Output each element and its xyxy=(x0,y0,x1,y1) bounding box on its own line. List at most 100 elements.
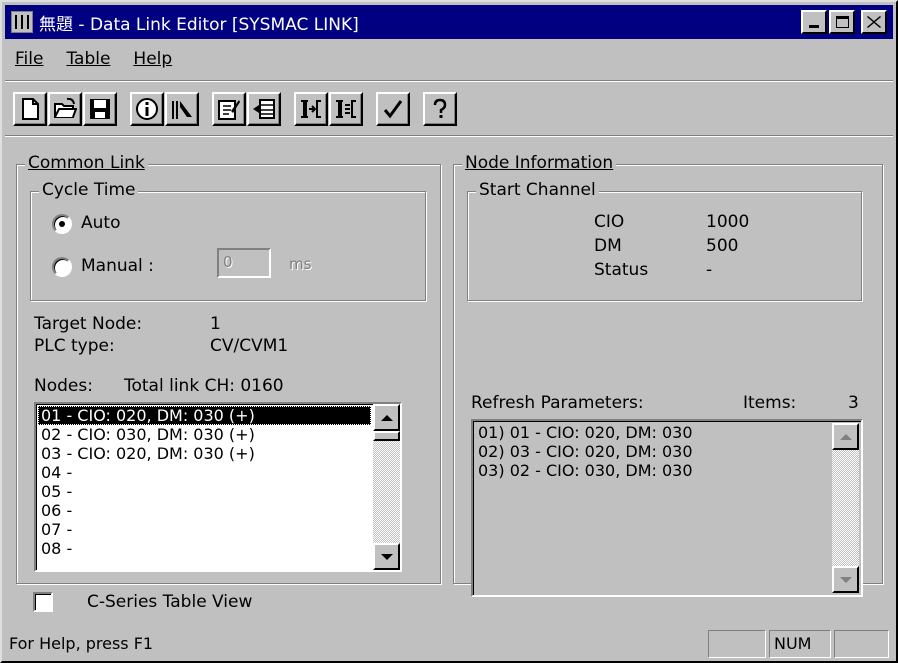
link-refresh-icon xyxy=(336,100,356,118)
menu-help-label: Help xyxy=(133,49,173,69)
save-button[interactable] xyxy=(83,92,117,126)
node-information-group: Node Information Start Channel CIO 1000 … xyxy=(453,153,883,597)
cycle-time-group: Cycle Time Auto Manual : 0 ms xyxy=(30,180,426,301)
check-button[interactable] xyxy=(376,92,410,126)
status-help-text: For Help, press F1 xyxy=(9,634,154,653)
menu-file[interactable]: File xyxy=(5,49,56,69)
app-icon[interactable] xyxy=(11,11,33,33)
chevron-up-icon xyxy=(380,414,393,421)
list-item[interactable]: 03 - CIO: 020, DM: 030 (+) xyxy=(38,444,371,463)
cio-value: 1000 xyxy=(706,212,750,232)
manual-radio-label[interactable]: Manual : xyxy=(81,256,154,276)
ms-unit-label: ms xyxy=(289,255,312,273)
edit-table-icon xyxy=(218,100,240,120)
link-add-icon xyxy=(301,100,321,118)
status-pane-scroll xyxy=(834,630,889,658)
target-node-label: Target Node: xyxy=(34,314,143,334)
cseries-table-view-label[interactable]: C-Series Table View xyxy=(87,592,252,612)
target-node-value: 1 xyxy=(210,314,221,334)
chevron-down-icon xyxy=(380,553,393,560)
list-item[interactable]: 02 - CIO: 030, DM: 030 (+) xyxy=(38,425,371,444)
insert-button[interactable] xyxy=(247,92,281,126)
menu-table[interactable]: Table xyxy=(56,49,123,69)
open-folder-icon xyxy=(54,97,77,118)
status-value: - xyxy=(706,260,713,280)
title-bar[interactable]: 無題 - Data Link Editor [SYSMAC LINK] xyxy=(5,5,893,39)
client-area: Common Link Cycle Time Auto Manual : 0 m… xyxy=(5,137,893,625)
start-channel-label: Start Channel xyxy=(476,180,599,200)
link-refresh-button[interactable] xyxy=(329,92,363,126)
maximize-icon xyxy=(836,16,849,28)
pointer-help-icon xyxy=(172,101,192,119)
common-link-label-text: Common Link xyxy=(28,153,145,173)
close-button[interactable] xyxy=(861,10,887,34)
list-item[interactable]: 07 - xyxy=(38,520,371,539)
list-item[interactable]: 05 - xyxy=(38,482,371,501)
list-item[interactable]: 06 - xyxy=(38,501,371,520)
info-icon xyxy=(136,98,158,120)
context-help-button[interactable] xyxy=(165,92,199,126)
main-window: 無題 - Data Link Editor [SYSMAC LINK] File… xyxy=(0,0,898,663)
manual-cycle-input[interactable]: 0 xyxy=(217,248,271,278)
refresh-scrollbar[interactable] xyxy=(832,423,859,593)
new-file-icon xyxy=(22,98,39,120)
scroll-thumb[interactable] xyxy=(373,431,400,441)
node-information-label: Node Information xyxy=(462,153,617,173)
total-link-label: Total link CH: 0160 xyxy=(124,376,284,396)
menu-separator xyxy=(5,80,893,82)
status-pane-empty xyxy=(708,630,766,658)
edit-table-button[interactable] xyxy=(212,92,246,126)
start-channel-group: Start Channel CIO 1000 DM 500 Status - xyxy=(467,180,862,301)
dm-value: 500 xyxy=(706,236,739,256)
auto-radio-label[interactable]: Auto xyxy=(81,213,120,233)
new-button[interactable] xyxy=(13,92,47,126)
scroll-down-button[interactable] xyxy=(832,566,859,593)
dm-label: DM xyxy=(594,236,622,256)
help-button[interactable] xyxy=(423,92,457,126)
nodes-listbox[interactable]: 01 - CIO: 020, DM: 030 (+) 02 - CIO: 030… xyxy=(34,402,402,572)
menu-help[interactable]: Help xyxy=(123,49,185,69)
nodes-label: Nodes: xyxy=(34,376,93,396)
refresh-parameters-listbox[interactable]: 01) 01 - CIO: 020, DM: 030 02) 03 - CIO:… xyxy=(471,419,863,597)
save-icon xyxy=(90,99,110,119)
chevron-up-icon xyxy=(839,433,852,440)
status-bar: For Help, press F1 NUM xyxy=(5,627,893,660)
info-button[interactable] xyxy=(130,92,164,126)
question-icon xyxy=(433,98,447,118)
status-label: Status xyxy=(594,260,649,280)
common-link-label: Common Link xyxy=(25,153,148,173)
maximize-button[interactable] xyxy=(829,10,855,34)
menu-bar: File Table Help xyxy=(5,42,893,76)
window-title: 無題 - Data Link Editor [SYSMAC LINK] xyxy=(39,14,359,35)
common-link-group: Common Link Cycle Time Auto Manual : 0 m… xyxy=(16,153,441,584)
open-button[interactable] xyxy=(48,92,82,126)
scroll-down-button[interactable] xyxy=(373,543,400,570)
cseries-table-view-checkbox[interactable] xyxy=(33,592,53,612)
scroll-up-button[interactable] xyxy=(832,423,859,450)
minimize-icon xyxy=(809,25,819,28)
plc-type-label: PLC type: xyxy=(34,336,115,356)
chevron-down-icon xyxy=(839,576,852,583)
items-count: 3 xyxy=(848,393,859,413)
list-item[interactable]: 02) 03 - CIO: 020, DM: 030 xyxy=(475,442,832,461)
link-add-button[interactable] xyxy=(294,92,328,126)
list-item[interactable]: 03) 02 - CIO: 030, DM: 030 xyxy=(475,461,832,480)
manual-radio[interactable] xyxy=(52,257,72,277)
auto-radio[interactable] xyxy=(52,214,72,234)
nodes-list: 01 - CIO: 020, DM: 030 (+) 02 - CIO: 030… xyxy=(38,406,371,558)
num-lock-indicator: NUM xyxy=(769,630,831,658)
close-icon xyxy=(867,16,881,28)
nodes-scrollbar[interactable] xyxy=(373,404,400,570)
node-information-label-text: Node Information xyxy=(465,153,614,173)
list-item[interactable]: 01 - CIO: 020, DM: 030 (+) xyxy=(38,406,371,425)
check-icon xyxy=(383,100,403,119)
scroll-up-button[interactable] xyxy=(373,404,400,431)
list-item[interactable]: 08 - xyxy=(38,539,371,558)
list-item[interactable]: 01) 01 - CIO: 020, DM: 030 xyxy=(475,423,832,442)
minimize-button[interactable] xyxy=(801,10,827,34)
plc-type-value: CV/CVM1 xyxy=(210,336,289,356)
list-item[interactable]: 04 - xyxy=(38,463,371,482)
toolbar xyxy=(5,86,893,132)
menu-table-label: Table xyxy=(66,49,111,69)
insert-table-icon xyxy=(253,99,275,119)
